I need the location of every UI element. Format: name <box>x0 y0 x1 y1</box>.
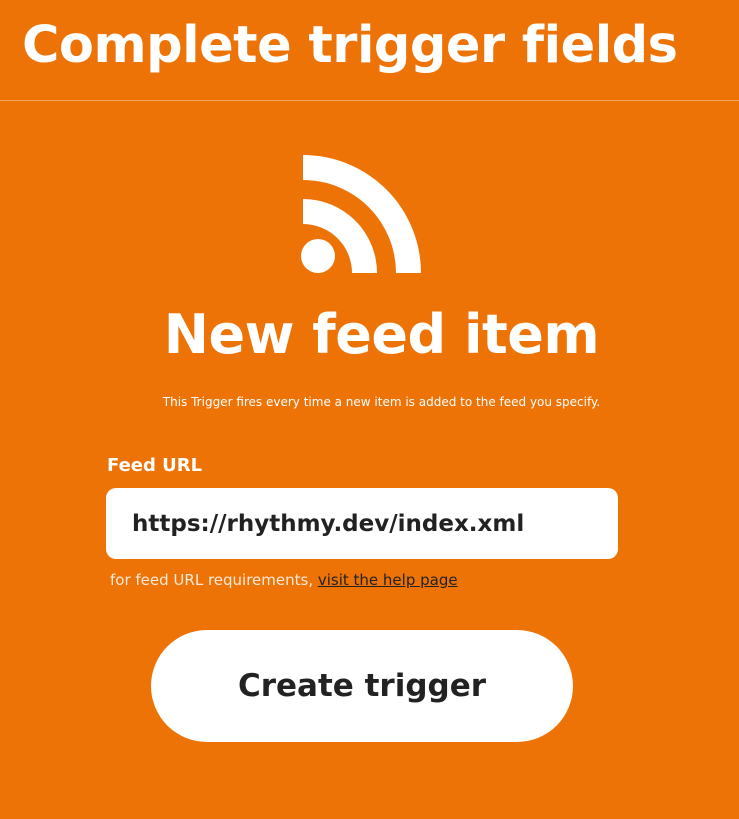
feed-url-input[interactable] <box>106 488 618 559</box>
page-title: Complete trigger fields <box>22 16 678 75</box>
rss-feed-icon <box>301 155 421 273</box>
trigger-description: This Trigger fires every time a new item… <box>162 395 601 409</box>
helper-text: for feed URL requirements, <box>110 571 318 589</box>
feed-url-label: Feed URL <box>107 455 203 476</box>
trigger-title: New feed item <box>163 303 600 366</box>
create-trigger-button[interactable]: Create trigger <box>151 630 573 742</box>
feed-url-helper: for feed URL requirements, visit the hel… <box>110 569 458 591</box>
page-header: Complete trigger fields <box>0 0 739 101</box>
help-page-link[interactable]: visit the help page <box>318 571 458 589</box>
